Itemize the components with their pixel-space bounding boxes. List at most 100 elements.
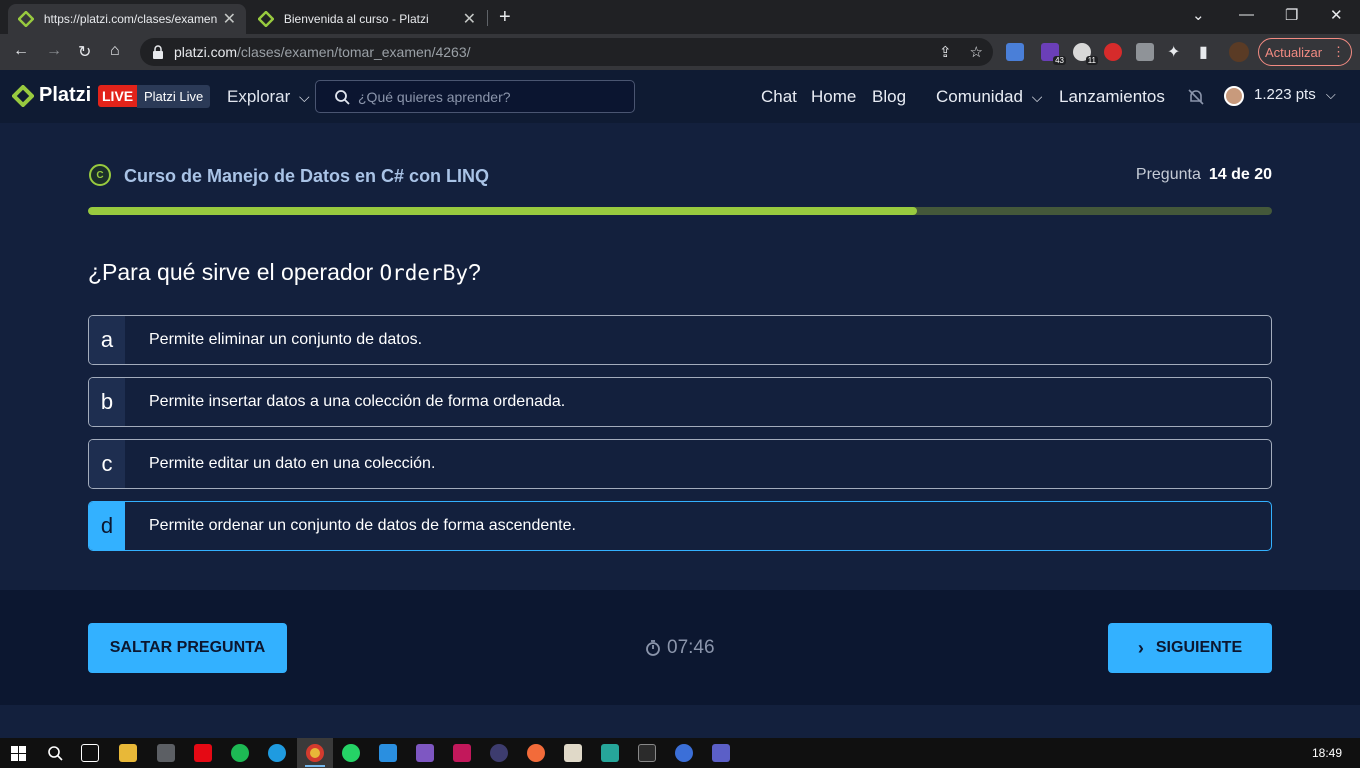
tab-search-chevron-icon[interactable]: ⌄ (1192, 6, 1205, 24)
ext-video-icon[interactable] (1104, 43, 1122, 61)
notifications-off-icon[interactable] (1186, 87, 1206, 107)
extensions-puzzle-icon[interactable]: ✦ (1167, 42, 1180, 62)
close-tab-icon[interactable]: ✕ (223, 9, 236, 29)
visual-studio-icon[interactable] (416, 744, 434, 762)
nav-blog[interactable]: Blog (872, 87, 906, 107)
nav-home[interactable]: Home (811, 87, 856, 107)
stopwatch-icon (646, 640, 660, 656)
option-text: Permite ordenar un conjunto de datos de … (149, 517, 576, 534)
buildings-app-icon[interactable] (601, 744, 619, 762)
extension-badge: 11 (1085, 56, 1098, 65)
task-view-icon[interactable] (81, 744, 99, 762)
platzi-logo-icon (12, 84, 34, 107)
whatsapp-icon[interactable] (342, 744, 360, 762)
question-counter-value: 14 de 20 (1208, 166, 1272, 183)
exam-progress-fill (88, 207, 917, 215)
more-menu-icon[interactable]: ⋮ (1332, 44, 1345, 60)
question-text: ¿Para qué sirve el operador OrderBy? (88, 259, 481, 286)
question-counter: Pregunta 14 de 20 (1136, 166, 1272, 184)
nav-comunidad[interactable]: Comunidad ⌵ (936, 87, 1042, 107)
profile-avatar-icon[interactable] (1229, 42, 1249, 62)
postman-icon[interactable] (527, 744, 545, 762)
search-icon[interactable] (47, 745, 63, 761)
reload-icon[interactable]: ↻ (78, 42, 91, 62)
answer-option-a[interactable]: a Permite eliminar un conjunto de datos. (88, 315, 1272, 365)
option-letter: c (89, 440, 125, 488)
minimize-icon[interactable]: — (1239, 6, 1254, 23)
back-icon[interactable]: ← (13, 42, 29, 60)
chevron-down-icon: ⌵ (1031, 89, 1043, 105)
inkscape-icon[interactable] (564, 744, 582, 762)
new-tab-icon[interactable]: + (499, 6, 511, 29)
skip-question-button[interactable]: SALTAR PREGUNTA (88, 623, 287, 673)
eclipse-icon[interactable] (490, 744, 508, 762)
chevron-right-icon: › (1137, 637, 1144, 658)
search-icon (335, 89, 350, 105)
update-label: Actualizar (1264, 44, 1323, 60)
window-close-icon[interactable]: ✕ (1330, 6, 1343, 24)
browser-tab-title: https://platzi.com/clases/examen (43, 12, 217, 26)
option-letter: a (89, 316, 125, 364)
lock-icon (153, 45, 163, 59)
chevron-down-icon: ⌵ (1325, 87, 1336, 102)
option-letter: b (89, 378, 125, 426)
netflix-icon[interactable] (194, 744, 212, 762)
ext-red-icon[interactable]: 11 (1073, 43, 1098, 65)
answer-option-b[interactable]: b Permite insertar datos a una colección… (88, 377, 1272, 427)
option-text: Permite editar un dato en una colección. (149, 455, 436, 472)
address-bar[interactable]: platzi.com/clases/examen/tomar_examen/42… (140, 38, 993, 66)
explore-label: Explorar (227, 87, 291, 106)
platzi-favicon-icon (18, 11, 34, 27)
answer-option-d[interactable]: d Permite ordenar un conjunto de datos d… (88, 501, 1272, 551)
developer-tool-icon[interactable] (453, 744, 471, 762)
app-store-icon[interactable] (675, 744, 693, 762)
bookmark-star-icon[interactable]: ☆ (970, 43, 983, 61)
home-icon[interactable]: ⌂ (110, 42, 120, 60)
user-avatar[interactable] (1224, 86, 1244, 106)
share-icon[interactable]: ⇪ (939, 43, 952, 61)
search-input[interactable] (358, 88, 628, 105)
chrome-icon[interactable] (306, 744, 324, 762)
close-tab-icon[interactable]: ✕ (463, 9, 476, 29)
next-question-button[interactable]: › SIGUIENTE (1108, 623, 1272, 673)
platzi-logo[interactable]: Platzi (12, 84, 91, 107)
search-box[interactable] (315, 80, 635, 113)
exam-progress-bar (88, 207, 1272, 215)
game-app-icon[interactable] (157, 744, 175, 762)
question-suffix: ? (468, 259, 481, 285)
teams-icon[interactable] (712, 744, 730, 762)
browser-tab-welcome[interactable]: Bienvenida al curso - Platzi ✕ (248, 4, 486, 34)
active-app-indicator (305, 765, 325, 767)
live-badge[interactable]: LIVE (98, 85, 138, 107)
browser-tab-exam[interactable]: https://platzi.com/clases/examen ✕ (8, 4, 246, 34)
file-explorer-icon[interactable] (119, 744, 137, 762)
live-link[interactable]: Platzi Live (137, 85, 211, 108)
option-text: Permite insertar datos a una colección d… (149, 393, 566, 410)
explore-menu[interactable]: Explorar ⌵ (227, 87, 310, 107)
url-path: /clases/examen/tomar_examen/4263/ (237, 44, 471, 60)
nav-comunidad-label: Comunidad (936, 87, 1023, 106)
ext-purple-icon[interactable]: 43 (1041, 43, 1066, 65)
nav-chat[interactable]: Chat (761, 87, 797, 107)
terminal-icon[interactable] (638, 744, 656, 762)
update-browser-button[interactable]: Actualizar ⋮ (1258, 38, 1352, 66)
edge-icon[interactable] (268, 744, 286, 762)
translate-icon[interactable] (1006, 43, 1024, 61)
windows-taskbar: 18:49 (0, 738, 1360, 768)
user-points-menu[interactable]: 1.223 pts ⌵ (1254, 86, 1336, 103)
browser-tab-strip: https://platzi.com/clases/examen ✕ Bienv… (0, 0, 1360, 34)
option-letter: d (89, 502, 125, 550)
forward-icon[interactable]: → (46, 42, 62, 60)
spotify-icon[interactable] (231, 744, 249, 762)
timer-value: 07:46 (667, 637, 715, 658)
user-points: 1.223 pts (1254, 86, 1316, 103)
logo-text: Platzi (39, 84, 92, 106)
nav-lanzamientos[interactable]: Lanzamientos (1059, 87, 1165, 107)
side-panel-icon[interactable]: ▮ (1199, 42, 1208, 62)
maximize-icon[interactable]: ❐ (1285, 6, 1298, 24)
windows-start-icon[interactable] (11, 746, 26, 761)
course-badge-icon: C (89, 164, 111, 186)
answer-option-c[interactable]: c Permite editar un dato en una colecció… (88, 439, 1272, 489)
ext-edit-icon[interactable] (1136, 43, 1154, 61)
vscode-icon[interactable] (379, 744, 397, 762)
